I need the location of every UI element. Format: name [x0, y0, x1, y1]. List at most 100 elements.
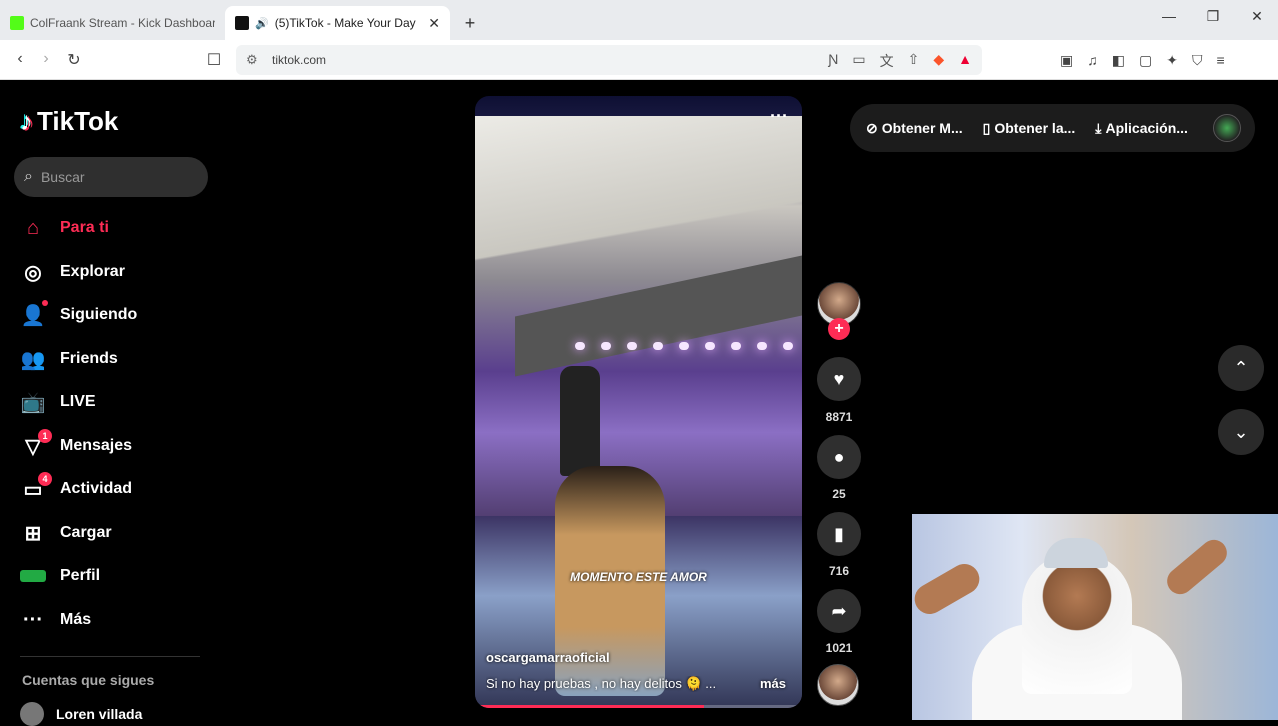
translate-icon[interactable]: 文 [880, 51, 894, 71]
pill-label: Obtener M... [881, 120, 963, 136]
video-scene-lights [575, 342, 795, 352]
nav-label: LIVE [60, 393, 96, 410]
url-field[interactable]: ⚙ tiktok.com Ɲ ▭ 文 ⇧ ◆ ▲ [236, 45, 982, 75]
browser-tab-kick[interactable]: ColFraank Stream - Kick Dashboard [0, 6, 225, 40]
share-arrow-icon: ➦ [831, 600, 847, 621]
next-video-button[interactable]: ⌄ [1218, 409, 1264, 455]
brave-rewards-icon[interactable]: ▲ [958, 51, 972, 71]
leo-ai-icon[interactable]: ✦ [1166, 52, 1178, 69]
top-actions-bar: ⊘ Obtener M... ▯ Obtener la... ⤓ Aplicación… [850, 104, 1255, 152]
more-options-icon[interactable]: ··· [770, 106, 788, 127]
browser-tab-tiktok[interactable]: 🔊 (5)TikTok - Make Your Day ✕ [225, 6, 450, 40]
video-overlay-caption: MOMENTO ESTE AMOR [570, 570, 707, 584]
like-count: 8871 [825, 410, 853, 424]
close-window-button[interactable]: ✕ [1242, 8, 1272, 25]
activity-badge: 4 [38, 472, 52, 486]
search-icon: ⌕ [24, 168, 33, 185]
webcam-scene-person [1022, 554, 1132, 694]
comment-button[interactable]: ● [817, 435, 861, 479]
media-icon[interactable]: ♫ [1087, 52, 1098, 69]
follow-plus-icon[interactable]: + [828, 318, 850, 340]
nav-siguiendo[interactable]: 👤 Siguiendo [20, 300, 137, 330]
upload-icon: ⊞ [24, 522, 42, 545]
site-settings-icon[interactable]: ⚙ [246, 52, 258, 68]
following-account[interactable]: Loren villada [20, 702, 142, 726]
get-coins-button[interactable]: ⊘ Obtener M... [866, 120, 963, 137]
nav-mas[interactable]: ··· Más [20, 605, 91, 635]
maximize-button[interactable]: ❐ [1198, 8, 1228, 25]
share-button[interactable]: ➦ [817, 589, 861, 633]
webcam-scene-cap [1044, 538, 1108, 568]
notification-dot [42, 300, 48, 306]
tiktok-favicon-icon [235, 16, 249, 30]
cast-icon[interactable]: ▭ [852, 51, 865, 71]
kick-favicon-icon [10, 16, 24, 30]
save-count: 716 [828, 564, 850, 578]
nav-label: Más [60, 611, 92, 628]
nav-cargar[interactable]: ⊞ Cargar [20, 518, 112, 548]
forward-icon[interactable]: › [36, 50, 56, 68]
new-tab-button[interactable]: + [450, 6, 490, 40]
nav-label: Perfil [60, 567, 101, 584]
nav-actividad[interactable]: ▭ 4 Actividad [20, 472, 133, 504]
video-progress-bar[interactable] [475, 705, 802, 708]
messages-icon: ▽ 1 [20, 429, 52, 459]
browser-tab-strip: ColFraank Stream - Kick Dashboard 🔊 (5)T… [0, 0, 1278, 40]
get-app-button[interactable]: ▯ Obtener la... [983, 120, 1076, 137]
minimize-button[interactable]: — [1154, 8, 1184, 24]
video-player[interactable]: ··· MOMENTO ESTE AMOR oscargamarraoficia… [475, 96, 802, 708]
share-count: 1021 [825, 641, 853, 655]
activity-icon: ▭ 4 [20, 472, 52, 502]
sidebar-toggle-icon[interactable]: ◧ [1112, 52, 1125, 69]
back-icon[interactable]: ‹ [10, 50, 30, 68]
video-author[interactable]: oscargamarraoficial [486, 650, 610, 665]
avatar [20, 702, 44, 726]
nav-label: Cargar [60, 524, 112, 541]
download-icon: ⤓ [1095, 119, 1102, 136]
bookmark-icon[interactable]: ☐ [204, 50, 224, 70]
search-input[interactable] [40, 169, 181, 185]
tab-title: (5)TikTok - Make Your Day [274, 16, 416, 30]
save-button[interactable]: ▮ [817, 512, 861, 556]
sidebar-divider [20, 656, 200, 657]
nav-perfil[interactable]: Perfil [20, 561, 100, 591]
no-translate-icon[interactable]: Ɲ [828, 51, 838, 71]
nav-explorar[interactable]: ◎ Explorar [20, 257, 125, 287]
sound-avatar[interactable] [817, 664, 859, 706]
speaker-icon[interactable]: 🔊 [255, 17, 269, 30]
url-text: tiktok.com [272, 53, 327, 67]
nav-para-ti[interactable]: ⌂ Para ti [20, 213, 109, 243]
download-app-button[interactable]: ⤓ Aplicación... [1095, 120, 1188, 137]
nav-label: Explorar [60, 263, 125, 280]
video-description: Si no hay pruebas , no hay delitos 🫠 ... [486, 676, 717, 691]
nav-label: Actividad [60, 480, 133, 497]
profile-avatar[interactable] [1213, 114, 1241, 142]
brave-shield-icon[interactable]: ◆ [933, 51, 944, 71]
webcam-scene-arm-left [912, 558, 985, 620]
pill-label: Obtener la... [994, 120, 1076, 136]
nav-label: Friends [60, 350, 118, 367]
nav-mensajes[interactable]: ▽ 1 Mensajes [20, 429, 132, 461]
tiktok-logo[interactable]: ♪ TikTok [20, 106, 118, 137]
wallet-icon[interactable]: ▢ [1139, 52, 1152, 69]
reload-icon[interactable]: ↻ [64, 50, 84, 70]
pill-label: Aplicación... [1105, 120, 1188, 136]
nav-live[interactable]: 📺 LIVE [20, 387, 96, 417]
following-title: Cuentas que sigues [22, 672, 155, 688]
menu-icon[interactable]: ≡ [1216, 52, 1224, 69]
search-box[interactable]: ⌕ [14, 157, 208, 197]
reader-mode-icon[interactable]: ▣ [1060, 52, 1073, 69]
more-text-button[interactable]: más [760, 676, 786, 691]
phone-icon: ▯ [982, 119, 991, 136]
coin-icon: ⊘ [866, 119, 878, 136]
like-button[interactable]: ♥ [817, 357, 861, 401]
previous-video-button[interactable]: ⌃ [1218, 345, 1264, 391]
nav-friends[interactable]: 👥 Friends [20, 344, 118, 374]
share-icon[interactable]: ⇧ [908, 51, 920, 71]
compass-icon: ◎ [24, 261, 42, 284]
video-progress-fill [475, 705, 704, 708]
following-icon: 👤 [20, 300, 48, 328]
close-tab-icon[interactable]: ✕ [428, 15, 440, 32]
comment-icon: ● [833, 446, 845, 467]
vpn-icon[interactable]: ⛉ [1192, 52, 1203, 69]
